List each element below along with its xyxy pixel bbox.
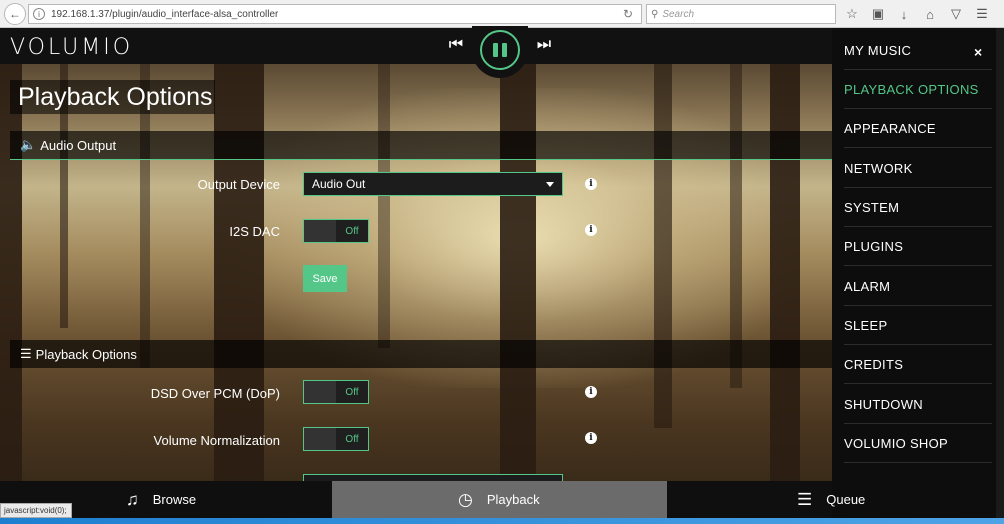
tab-queue[interactable]: ☰ Queue [667,481,865,518]
playback-options-section-header: ☰ Playback Options [10,340,832,368]
volume-normalization-toggle[interactable]: Off [303,427,369,451]
bookmark-star-icon[interactable]: ☆ [842,4,862,24]
page-title: Playback Options [10,80,215,114]
skip-next-icon[interactable]: ⏭ [536,36,552,54]
dsd-over-pcm-toggle[interactable]: Off [303,380,369,404]
download-icon[interactable]: ↓ [894,4,914,24]
menu-item-appearance[interactable]: APPEARANCE [844,110,992,148]
skip-previous-icon[interactable]: ⏮ [448,36,464,54]
menu-item-shutdown[interactable]: SHUTDOWN [844,386,992,424]
browser-status-text: javascript:void(0); [0,503,72,518]
taskbar-strip [0,518,1004,524]
list-icon: ☰ [797,489,813,509]
pause-icon [493,43,498,57]
hamburger-menu-icon[interactable]: ☰ [972,4,992,24]
close-icon[interactable]: × [974,44,982,60]
pause-button[interactable] [480,30,520,70]
tab-label: Queue [826,492,866,507]
pocket-icon[interactable]: ▽ [946,4,966,24]
browser-search-input[interactable]: ⚲ Search [646,4,836,24]
audio-output-section-header: 🔈 Audio Output [10,131,832,159]
url-text: 192.168.1.37/plugin/audio_interface-alsa… [51,8,279,20]
toggle-state: Off [336,428,368,450]
search-placeholder: Search [662,8,695,20]
search-icon: ⚲ [651,8,659,20]
dsd-over-pcm-label: DSD Over PCM (DoP) [150,386,280,401]
home-icon[interactable]: ⌂ [920,4,940,24]
back-button[interactable]: ← [4,2,26,25]
menu-item-plugins[interactable]: PLUGINS [844,228,992,266]
sliders-icon: ☰ [20,346,32,361]
url-bar[interactable]: i 192.168.1.37/plugin/audio_interface-al… [28,4,642,24]
info-icon[interactable]: i [585,178,597,190]
menu-item-network[interactable]: NETWORK [844,150,992,188]
menu-item-my-music[interactable]: MY MUSIC [844,32,992,70]
clock-icon: ◷ [458,489,473,509]
menu-item-sleep[interactable]: SLEEP [844,307,992,345]
music-note-icon: ♫ [126,489,139,509]
output-device-value: Audio Out [312,177,366,191]
save-button[interactable]: Save [303,265,347,292]
scrollbar[interactable] [996,28,1004,520]
menu-item-volumio-shop[interactable]: VOLUMIO SHOP [844,425,992,463]
volumio-logo[interactable]: VOLUMIO [10,35,133,60]
volume-normalization-label: Volume Normalization [153,433,280,448]
menu-item-system[interactable]: SYSTEM [844,189,992,227]
side-menu: MY MUSIC PLAYBACK OPTIONS APPEARANCE NET… [832,28,1004,520]
browser-toolbar-icons: ☆ ▣ ↓ ⌂ ▽ ☰ [842,4,992,24]
chevron-down-icon [546,182,554,187]
output-device-select[interactable]: Audio Out [303,172,563,196]
toggle-state: Off [336,220,368,242]
speaker-icon: 🔈 [20,137,37,152]
output-device-label: Output Device [197,177,280,192]
info-icon[interactable]: i [585,432,597,444]
reload-icon[interactable]: ↻ [623,7,633,21]
menu-item-playback-options[interactable]: PLAYBACK OPTIONS [844,71,992,109]
section-divider [10,159,832,160]
menu-item-alarm[interactable]: ALARM [844,268,992,306]
i2s-dac-label: I2S DAC [229,224,280,239]
tab-playback[interactable]: ◷ Playback [332,481,667,518]
toggle-state: Off [336,381,368,403]
info-icon[interactable]: i [585,224,597,236]
tab-label: Playback [486,492,540,507]
i2s-dac-toggle[interactable]: Off [303,219,369,243]
info-icon[interactable]: i [585,386,597,398]
menu-item-credits[interactable]: CREDITS [844,346,992,384]
section-title: Playback Options [35,346,137,362]
reading-list-icon[interactable]: ▣ [868,4,888,24]
site-info-icon[interactable]: i [33,8,45,20]
section-title: Audio Output [40,137,117,153]
tab-label: Browse [152,492,197,507]
